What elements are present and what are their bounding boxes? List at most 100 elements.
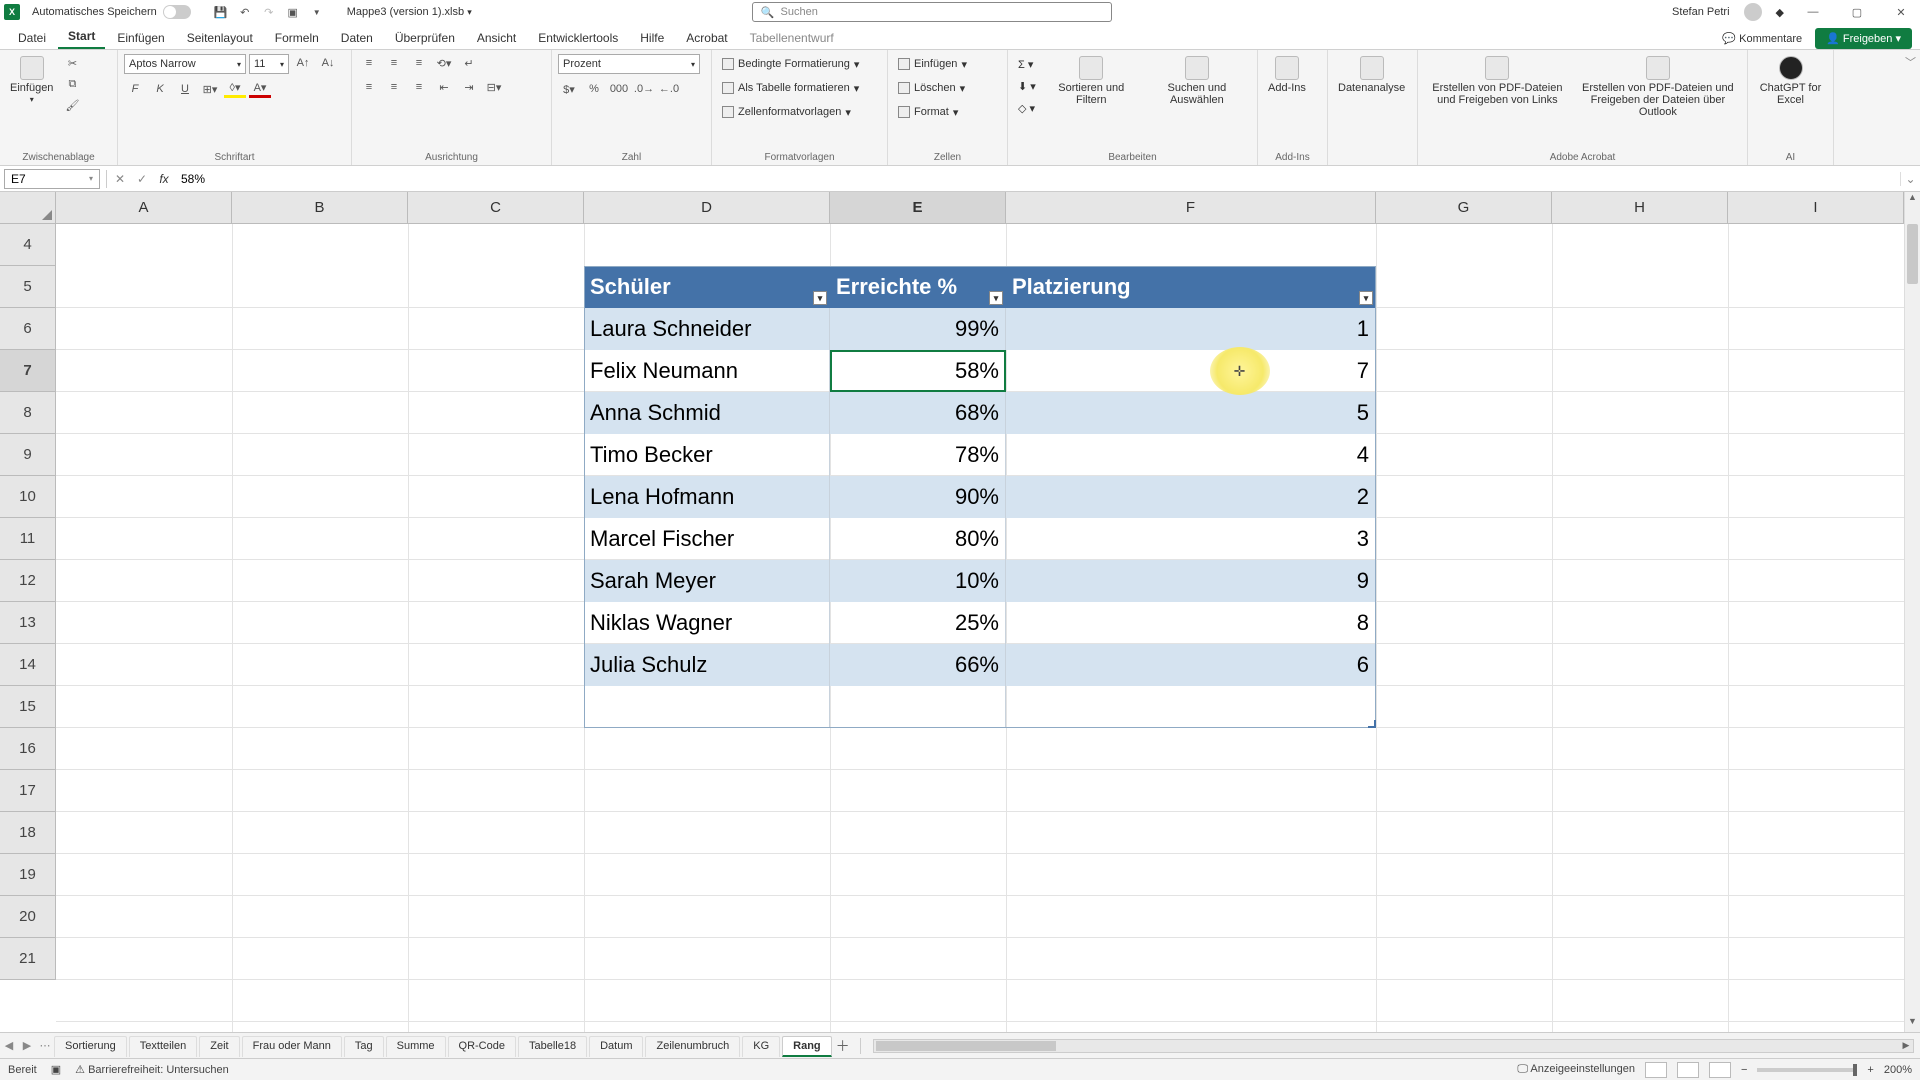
column-header-H[interactable]: H: [1552, 192, 1728, 224]
sheet-tab-sortierung[interactable]: Sortierung: [54, 1036, 127, 1057]
table-row[interactable]: Sarah Meyer10%9: [584, 560, 1376, 602]
increase-indent-icon[interactable]: ⇥: [458, 78, 480, 96]
horizontal-scrollbar[interactable]: ◀ ▶: [873, 1039, 1914, 1053]
cell-student[interactable]: Lena Hofmann: [584, 476, 830, 518]
cell-student[interactable]: Niklas Wagner: [584, 602, 830, 644]
insert-cells-button[interactable]: Einfügen ▾: [894, 54, 971, 74]
align-top-icon[interactable]: ≡: [358, 54, 380, 72]
currency-icon[interactable]: $▾: [558, 80, 580, 98]
format-painter-icon[interactable]: 🖌: [61, 96, 83, 114]
column-header-B[interactable]: B: [232, 192, 408, 224]
cell-percent[interactable]: 78%: [830, 434, 1006, 476]
hscroll-right-icon[interactable]: ▶: [1899, 1040, 1913, 1052]
redo-icon[interactable]: ↷: [259, 2, 279, 22]
table-header-student[interactable]: Schüler▾: [584, 266, 830, 308]
display-settings-button[interactable]: 🖵 Anzeigeeinstellungen: [1517, 1063, 1635, 1076]
column-header-E[interactable]: E: [830, 192, 1006, 224]
row-header-13[interactable]: 13: [0, 602, 56, 644]
fx-icon[interactable]: fx: [153, 172, 175, 186]
table-row[interactable]: Niklas Wagner25%8: [584, 602, 1376, 644]
wrap-text-icon[interactable]: ↵: [458, 54, 480, 72]
sheet-nav-menu-icon[interactable]: ⋯: [36, 1039, 54, 1052]
cell-rank[interactable]: 4: [1006, 434, 1376, 476]
row-header-10[interactable]: 10: [0, 476, 56, 518]
sheet-tab-textteilen[interactable]: Textteilen: [129, 1036, 197, 1057]
row-header-4[interactable]: 4: [0, 224, 56, 266]
sheet-tab-kg[interactable]: KG: [742, 1036, 780, 1057]
comments-button[interactable]: 💬 Kommentare: [1711, 28, 1813, 49]
table-row[interactable]: Laura Schneider99%1: [584, 308, 1376, 350]
tab-tabledesign[interactable]: Tabellenentwurf: [740, 27, 844, 49]
cell-rank[interactable]: 6: [1006, 644, 1376, 686]
sheet-tab-zeilenumbruch[interactable]: Zeilenumbruch: [645, 1036, 740, 1057]
increase-decimal-icon[interactable]: .0→: [633, 80, 655, 98]
format-as-table-button[interactable]: Als Tabelle formatieren ▾: [718, 78, 863, 98]
sheet-tab-rang[interactable]: Rang: [782, 1036, 832, 1057]
hscroll-thumb[interactable]: [876, 1041, 1056, 1051]
column-header-A[interactable]: A: [56, 192, 232, 224]
fill-icon[interactable]: ⬇ ▾: [1014, 76, 1040, 96]
grow-font-icon[interactable]: A↑: [292, 54, 314, 72]
cell-student[interactable]: Timo Becker: [584, 434, 830, 476]
cell-student[interactable]: Marcel Fischer: [584, 518, 830, 560]
cell-student[interactable]: Laura Schneider: [584, 308, 830, 350]
undo-icon[interactable]: ↶: [235, 2, 255, 22]
table-row[interactable]: Felix Neumann58%7: [584, 350, 1376, 392]
cell-percent[interactable]: 80%: [830, 518, 1006, 560]
table-row[interactable]: Julia Schulz66%6: [584, 644, 1376, 686]
normal-view-icon[interactable]: [1645, 1062, 1667, 1078]
sort-filter-button[interactable]: Sortieren und Filtern: [1044, 54, 1139, 108]
user-name[interactable]: Stefan Petri: [1672, 6, 1729, 18]
sheet-tab-qr-code[interactable]: QR-Code: [448, 1036, 516, 1057]
cell-rank[interactable]: 5: [1006, 392, 1376, 434]
name-box[interactable]: E7▾: [4, 169, 100, 189]
toggle-switch-icon[interactable]: [163, 5, 191, 19]
user-avatar-icon[interactable]: [1744, 3, 1762, 21]
row-header-7[interactable]: 7: [0, 350, 56, 392]
tab-review[interactable]: Überprüfen: [385, 27, 465, 49]
table-resize-handle[interactable]: [1368, 720, 1376, 728]
formula-input[interactable]: 58%: [175, 172, 1900, 186]
search-input[interactable]: 🔍 Suchen: [752, 2, 1112, 22]
format-cells-button[interactable]: Format ▾: [894, 102, 962, 122]
document-title[interactable]: Mappe3 (version 1).xlsb ▾: [347, 6, 472, 18]
cancel-formula-icon[interactable]: ✕: [109, 172, 131, 186]
expand-formula-bar-icon[interactable]: ⌄: [1900, 172, 1920, 186]
camera-icon[interactable]: ▣: [283, 2, 303, 22]
row-header-6[interactable]: 6: [0, 308, 56, 350]
align-middle-icon[interactable]: ≡: [383, 54, 405, 72]
cell-student[interactable]: Julia Schulz: [584, 644, 830, 686]
tab-formulas[interactable]: Formeln: [265, 27, 329, 49]
addins-button[interactable]: Add-Ins: [1264, 54, 1310, 96]
tab-acrobat[interactable]: Acrobat: [676, 27, 737, 49]
cell-empty[interactable]: [830, 686, 1006, 728]
row-header-12[interactable]: 12: [0, 560, 56, 602]
zoom-level[interactable]: 200%: [1884, 1064, 1912, 1076]
row-header-18[interactable]: 18: [0, 812, 56, 854]
cell-rank[interactable]: 7: [1006, 350, 1376, 392]
clear-icon[interactable]: ◇ ▾: [1014, 98, 1040, 118]
cell-percent[interactable]: 68%: [830, 392, 1006, 434]
zoom-in-icon[interactable]: +: [1867, 1064, 1873, 1076]
tab-start[interactable]: Start: [58, 25, 105, 49]
cut-icon[interactable]: ✂: [61, 54, 83, 72]
shrink-font-icon[interactable]: A↓: [317, 54, 339, 72]
cell-student[interactable]: Felix Neumann: [584, 350, 830, 392]
page-layout-view-icon[interactable]: [1677, 1062, 1699, 1078]
sheet-tab-datum[interactable]: Datum: [589, 1036, 643, 1057]
column-header-C[interactable]: C: [408, 192, 584, 224]
row-header-11[interactable]: 11: [0, 518, 56, 560]
save-icon[interactable]: 💾: [211, 2, 231, 22]
cell-rank[interactable]: 9: [1006, 560, 1376, 602]
cell-student[interactable]: Sarah Meyer: [584, 560, 830, 602]
paste-button[interactable]: Einfügen▾: [6, 54, 57, 107]
row-header-21[interactable]: 21: [0, 938, 56, 980]
sheet-nav-prev-icon[interactable]: ◀: [0, 1039, 18, 1052]
tab-data[interactable]: Daten: [331, 27, 383, 49]
diamond-icon[interactable]: ◆: [1776, 6, 1784, 19]
cell-empty[interactable]: [1006, 686, 1376, 728]
row-header-9[interactable]: 9: [0, 434, 56, 476]
cell-rank[interactable]: 8: [1006, 602, 1376, 644]
table-header-rank[interactable]: Platzierung▾: [1006, 266, 1376, 308]
number-format-combo[interactable]: Prozent▾: [558, 54, 700, 74]
